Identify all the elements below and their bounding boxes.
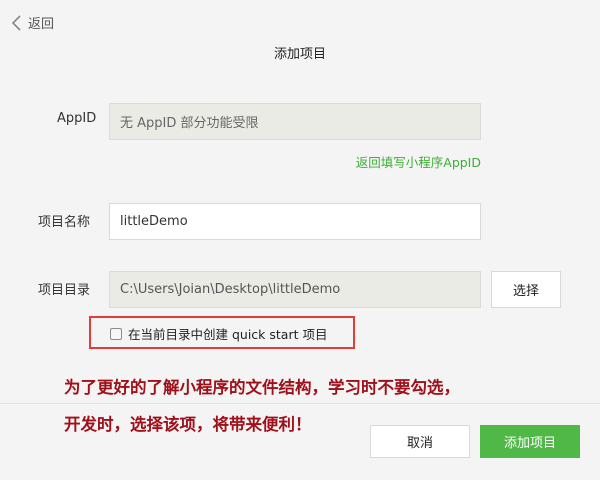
quick-start-checkbox[interactable] [110,327,122,340]
fill-appid-link[interactable]: 返回填写小程序AppID [356,152,481,171]
annotation-line-1: 为了更好的了解小程序的文件结构，学习时不要勾选， [64,378,460,397]
back-button[interactable]: 返回 [10,13,54,32]
project-dir-field: C:\Users\Joian\Desktop\littleDemo [109,271,481,308]
project-name-value: littleDemo [120,214,188,229]
back-label: 返回 [28,17,55,32]
project-name-input[interactable]: littleDemo [109,203,481,240]
project-dir-value: C:\Users\Joian\Desktop\littleDemo [120,282,341,297]
project-name-label: 项目名称 [38,215,91,230]
choose-dir-button[interactable]: 选择 [491,271,561,308]
appid-value: 无 AppID 部分功能受限 [120,116,259,131]
quick-start-checkbox-row[interactable]: 在当前目录中创建 quick start 项目 [110,324,327,343]
add-project-button[interactable]: 添加项目 [480,425,580,458]
annotation-line-2: 开发时，选择该项，将带来便利！ [64,415,312,434]
project-dir-label: 项目目录 [38,283,91,298]
footer-divider [0,403,600,404]
chevron-left-icon [11,14,21,31]
appid-label: AppID [57,111,97,126]
appid-field: 无 AppID 部分功能受限 [109,103,481,140]
page-title: 添加项目 [273,47,326,62]
cancel-button[interactable]: 取消 [370,425,470,458]
quick-start-label: 在当前目录中创建 quick start 项目 [128,327,328,342]
